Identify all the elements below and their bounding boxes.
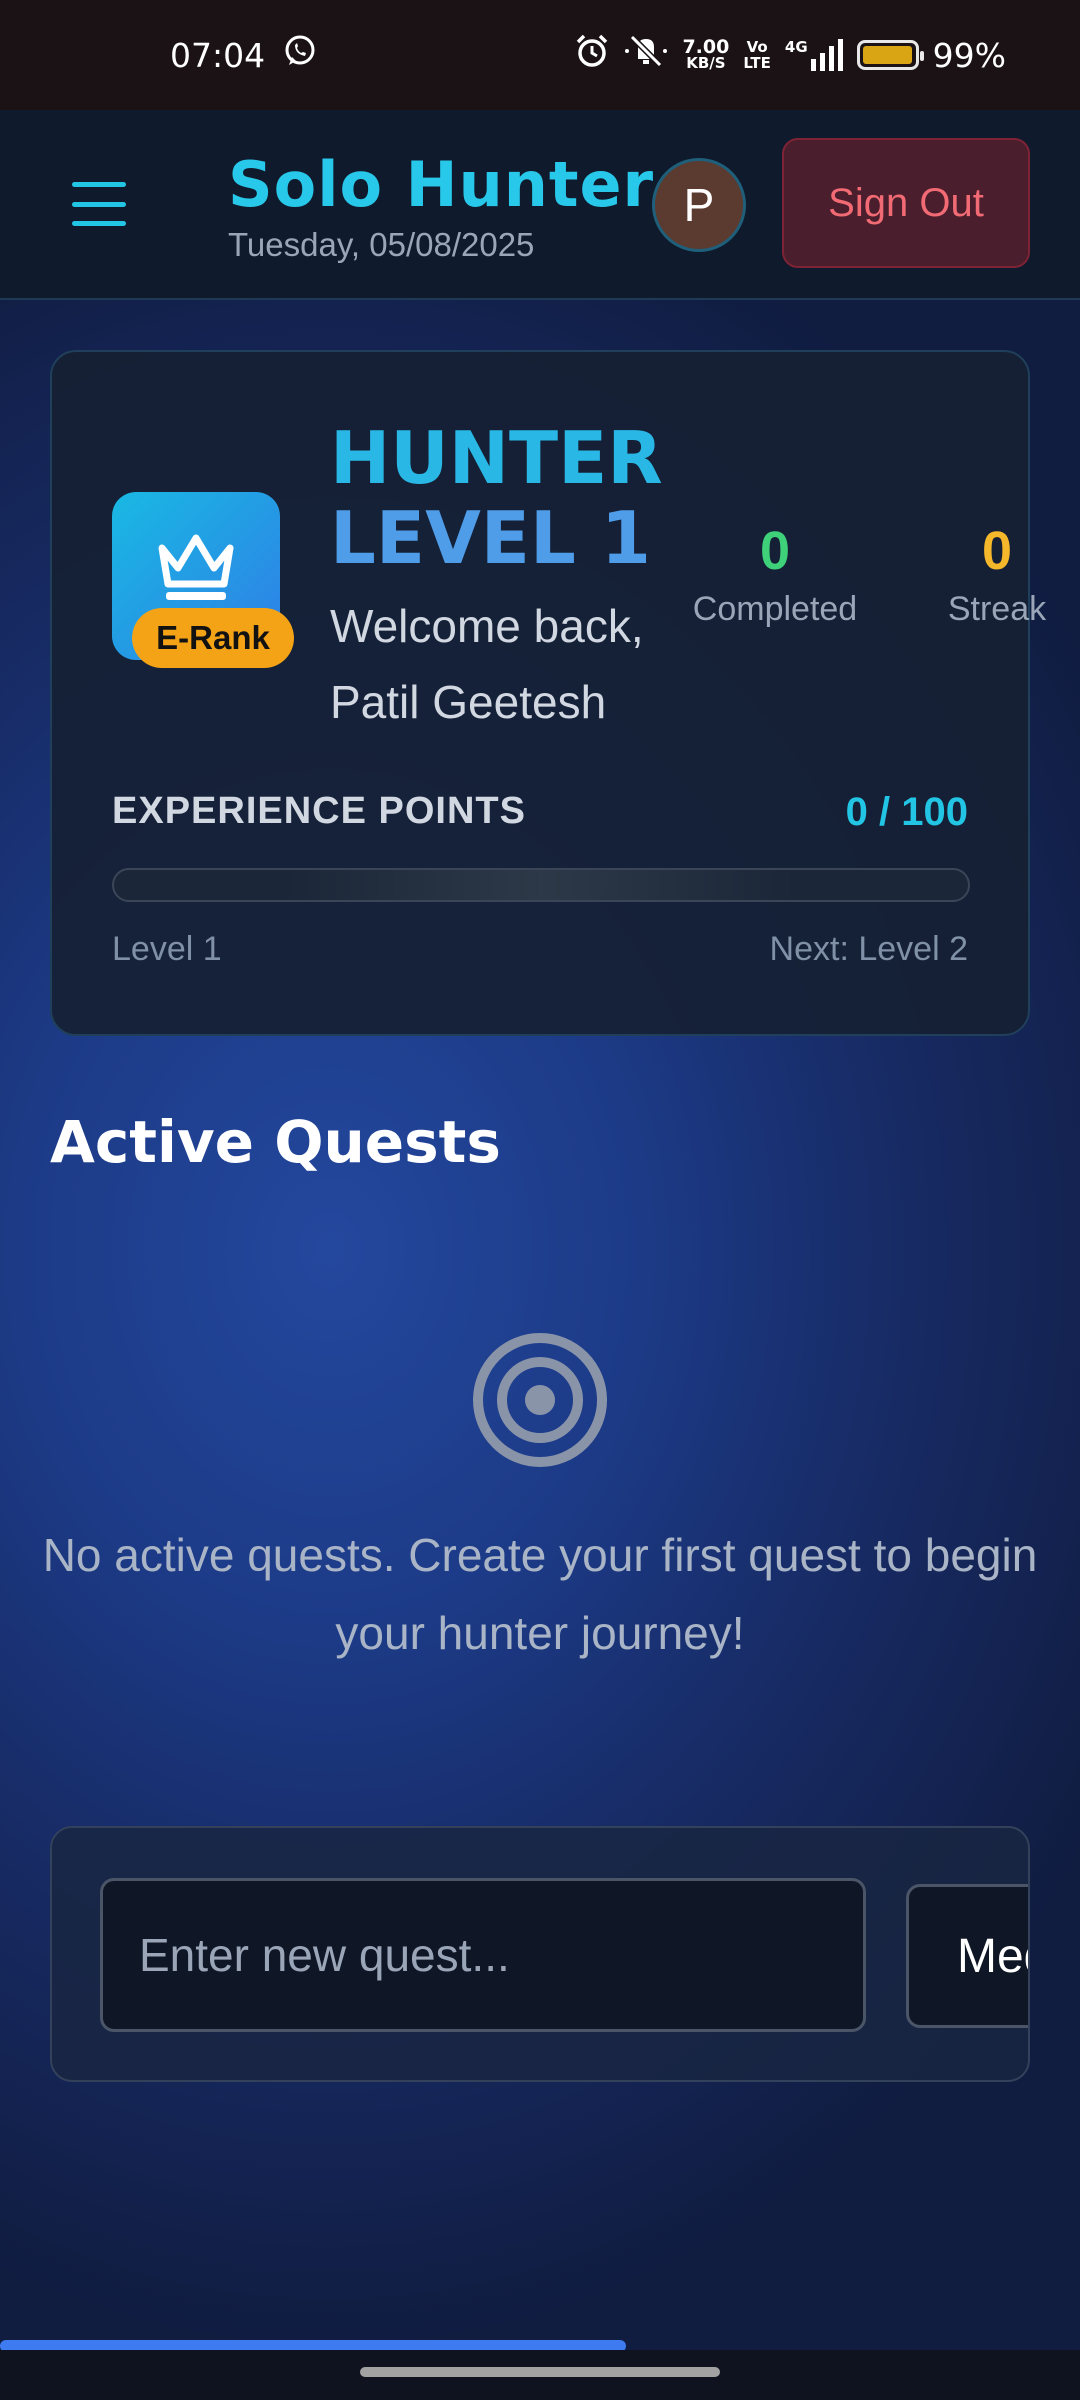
completed-label: Completed: [692, 590, 858, 628]
streak-count: 0: [981, 521, 1013, 581]
avatar[interactable]: P: [652, 158, 746, 252]
level-title-line1: HUNTER: [330, 416, 663, 500]
welcome-line1: Welcome back,: [330, 600, 644, 652]
sign-out-button[interactable]: Sign Out: [782, 138, 1030, 268]
xp-label: EXPERIENCE POINTS: [112, 790, 526, 832]
rank-badge: E-Rank: [132, 608, 294, 668]
battery-fill: [862, 46, 913, 64]
user-name: Patil Geetesh: [330, 676, 607, 728]
net-speed: 7.00 KB/S: [682, 36, 730, 72]
net-speed-value: 7.00: [682, 36, 730, 58]
priority-select[interactable]: Medium: [906, 1884, 1028, 2028]
volte-top: Vo: [746, 38, 768, 56]
home-indicator[interactable]: [360, 2367, 720, 2377]
next-level-label: Next: Level 2: [769, 930, 968, 968]
xp-value: 0 / 100: [845, 790, 968, 834]
volte-indicator: Vo LTE: [743, 39, 771, 71]
level-title: HUNTER LEVEL 1: [330, 418, 663, 578]
status-bar: 07:04 7.00 KB/S Vo LTE 4G 99%: [0, 0, 1080, 110]
new-quest-form: Medium: [50, 1826, 1030, 2082]
network-type: 4G: [784, 38, 808, 56]
app-header: Solo Hunter Tuesday, 05/08/2025 P Sign O…: [0, 110, 1080, 300]
target-icon: [470, 1330, 610, 1475]
empty-quests-message: No active quests. Create your first ques…: [42, 1529, 1038, 1659]
current-level-label: Level 1: [112, 930, 222, 968]
app-title: Solo Hunter: [228, 148, 655, 221]
battery-percent: 99%: [932, 35, 1006, 75]
alarm-icon: [574, 33, 610, 77]
welcome-text: Welcome back, Patil Geetesh: [330, 588, 644, 740]
hunter-card: E-Rank HUNTER LEVEL 1 Welcome back, Pati…: [50, 350, 1046, 1036]
stat-streak: 0 Streak: [922, 520, 1072, 629]
net-speed-unit: KB/S: [686, 54, 726, 72]
xp-progress-bar: [112, 868, 970, 902]
whatsapp-icon: [283, 34, 317, 76]
stat-completed: 0 Completed: [680, 520, 870, 629]
header-date: Tuesday, 05/08/2025: [228, 226, 535, 263]
mute-icon: [624, 33, 668, 77]
menu-icon[interactable]: [72, 182, 126, 226]
status-time: 07:04: [170, 35, 266, 75]
new-quest-input[interactable]: [100, 1878, 866, 2032]
section-title-active-quests: Active Quests: [50, 1108, 501, 1176]
status-bar-right: 7.00 KB/S Vo LTE 4G 99%: [574, 33, 1006, 77]
signal-icon: 4G: [785, 39, 843, 71]
status-bar-left: 07:04: [170, 34, 317, 76]
completed-count: 0: [759, 521, 791, 581]
streak-label: Streak: [947, 590, 1047, 628]
battery-icon: [856, 40, 924, 70]
level-title-line2: LEVEL 1: [330, 496, 652, 580]
volte-bottom: LTE: [743, 54, 771, 72]
app-screen: 07:04 7.00 KB/S Vo LTE 4G 99% Solo Hunte…: [0, 0, 1080, 2400]
crown-icon: [158, 534, 234, 600]
